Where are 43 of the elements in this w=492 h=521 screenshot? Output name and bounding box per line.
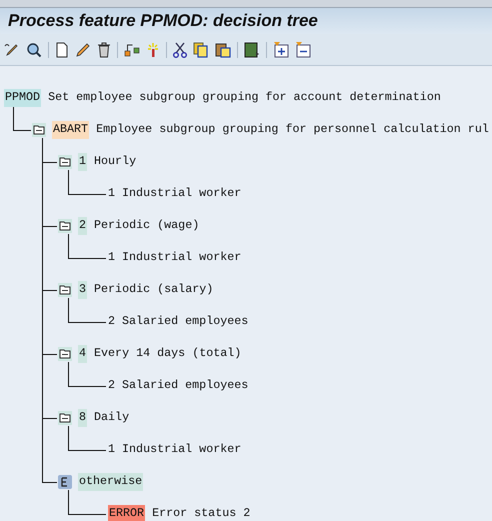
node-label[interactable]: 1 Industrial worker xyxy=(108,249,242,267)
pencil-icon[interactable] xyxy=(4,42,20,58)
node-code[interactable]: ABART xyxy=(52,121,90,139)
node-code[interactable]: 2 xyxy=(78,217,88,235)
node-label[interactable]: 1 Industrial worker xyxy=(108,441,242,459)
node-label[interactable]: otherwise xyxy=(78,473,144,491)
paste-icon[interactable] xyxy=(215,42,231,58)
pencil-icon[interactable] xyxy=(75,42,91,58)
node-code[interactable]: PPMOD xyxy=(4,89,42,107)
scissors-icon[interactable] xyxy=(173,42,187,58)
node-label[interactable]: Employee subgroup grouping for personnel calculation rul xyxy=(96,121,489,139)
collapse-icon[interactable] xyxy=(295,42,311,58)
document-icon[interactable] xyxy=(55,42,69,58)
folder-icon[interactable] xyxy=(58,347,72,361)
folder-icon[interactable] xyxy=(32,123,46,137)
node-label[interactable]: Periodic (wage) xyxy=(94,217,200,235)
node-label[interactable]: Hourly xyxy=(94,153,136,171)
folder-icon[interactable] xyxy=(58,411,72,425)
node-label[interactable]: 1 Industrial worker xyxy=(108,185,242,203)
node-label[interactable]: 2 Salaried employees xyxy=(108,313,248,331)
search-icon[interactable] xyxy=(26,42,42,58)
node-label[interactable]: Every 14 days (total) xyxy=(94,345,242,363)
folder-icon[interactable] xyxy=(58,219,72,233)
sparkle-icon[interactable] xyxy=(146,42,160,58)
folder-icon[interactable] xyxy=(58,283,72,297)
trash-icon[interactable] xyxy=(97,42,111,58)
node-label[interactable]: 2 Salaried employees xyxy=(108,377,248,395)
node-label[interactable]: Daily xyxy=(94,409,130,427)
expand-icon[interactable] xyxy=(273,42,289,58)
window-title: Process feature PPMOD: decision tree xyxy=(8,10,318,32)
node-code[interactable]: ERROR xyxy=(108,505,146,521)
node-label[interactable]: Error status 2 xyxy=(152,505,250,521)
node-code[interactable]: 1 xyxy=(78,153,88,171)
copy-icon[interactable] xyxy=(193,42,209,58)
node-label[interactable]: Periodic (salary) xyxy=(94,281,214,299)
node-code[interactable]: 3 xyxy=(78,281,88,299)
screen-icon[interactable] xyxy=(244,42,260,58)
hierarchy-icon[interactable] xyxy=(124,42,140,58)
node-code[interactable]: 8 xyxy=(78,409,88,427)
node-icon[interactable] xyxy=(58,475,72,489)
node-label[interactable]: Set employee subgroup grouping for account determination xyxy=(48,89,441,107)
folder-icon[interactable] xyxy=(58,155,72,169)
node-code[interactable]: 4 xyxy=(78,345,88,363)
